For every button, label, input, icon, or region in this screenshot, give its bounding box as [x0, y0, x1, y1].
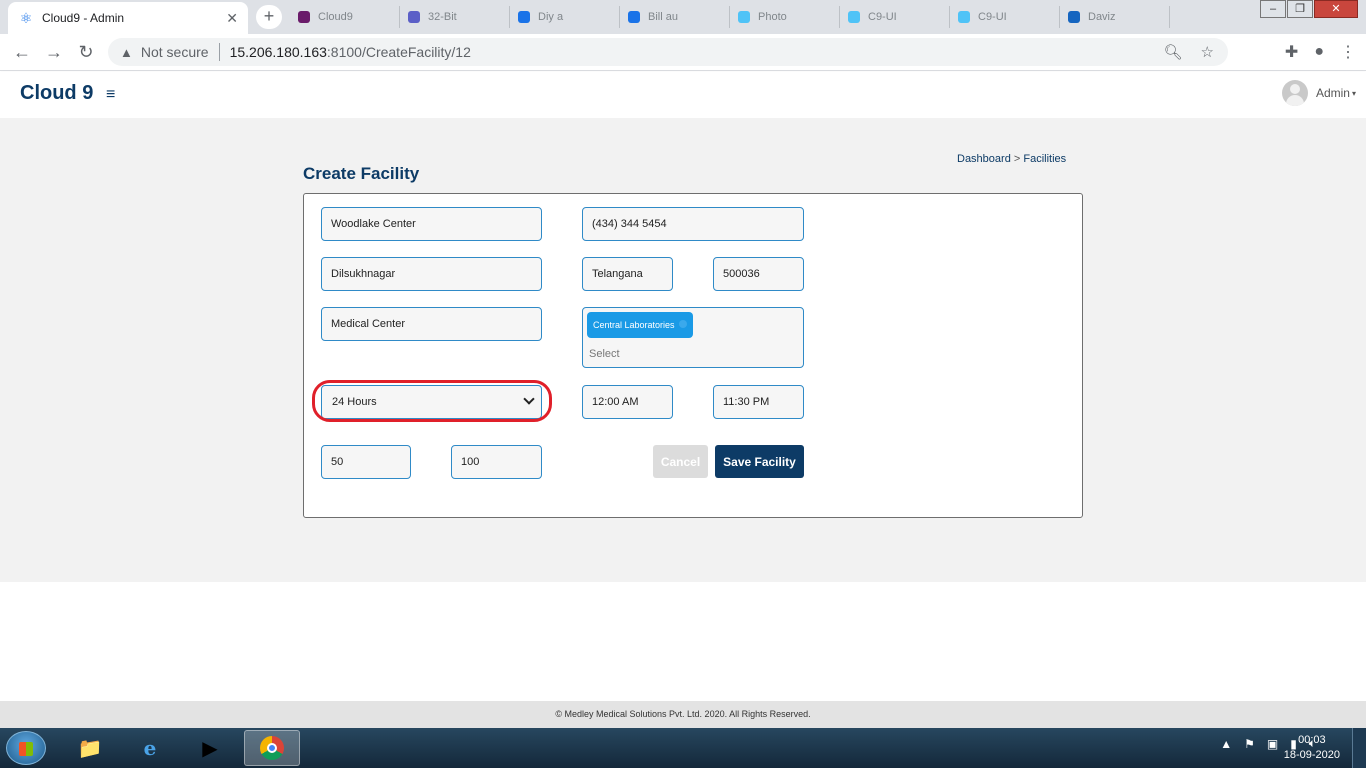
annotation-highlight	[312, 380, 552, 422]
show-desktop-button[interactable]	[1352, 728, 1366, 768]
tab-favicon	[628, 11, 640, 23]
restore-icon[interactable]: ❐	[1287, 0, 1313, 18]
tab-favicon	[1068, 11, 1080, 23]
multiselect-placeholder: Select	[589, 348, 620, 360]
clock-date: 18-09-2020	[1283, 749, 1340, 761]
browser-tabstrip: ⚛ Cloud9 - Admin ✕ + Cloud9 32-Bit Diy a…	[0, 0, 1366, 34]
not-secure-label: Not secure	[140, 44, 209, 60]
internet-explorer-icon[interactable]: e	[122, 730, 178, 766]
device-icon[interactable]: ▣	[1267, 737, 1278, 751]
tab-favicon	[738, 11, 750, 23]
react-icon: ⚛	[19, 10, 33, 26]
facility-form-card: Woodlake Center (434) 344 5454 Dilsukhna…	[303, 193, 1083, 518]
browser-tab[interactable]: Diy a	[510, 6, 620, 28]
breadcrumb: Dashboard > Facilities	[957, 153, 1066, 165]
chrome-icon[interactable]	[244, 730, 300, 766]
capacity-max-field[interactable]: 100	[451, 445, 542, 479]
toolbar-actions: ✚ ● ⋮	[1285, 38, 1356, 66]
address-bar[interactable]: ▲ Not secure 15.206.180.163 :8100/Create…	[108, 38, 1228, 66]
avatar	[1281, 80, 1308, 106]
system-clock[interactable]: 00:03 18-09-2020	[1284, 733, 1340, 763]
url-path: :8100/CreateFacility/12	[326, 44, 471, 60]
browser-tab[interactable]: 32-Bit	[400, 6, 510, 28]
save-facility-button[interactable]: Save Facility	[715, 445, 804, 478]
media-player-icon[interactable]: ▶	[182, 730, 238, 766]
browser-tab-active[interactable]: ⚛ Cloud9 - Admin ✕	[8, 2, 248, 34]
city-field[interactable]: Dilsukhnagar	[321, 257, 542, 291]
tab-favicon	[298, 11, 310, 23]
user-name: Admin	[1315, 86, 1350, 100]
tray-expand-icon[interactable]: ▲	[1220, 737, 1232, 751]
hamburger-menu-icon[interactable]: ≡	[106, 86, 115, 104]
close-time-field[interactable]: 11:30 PM	[713, 385, 804, 419]
bookmark-star-icon[interactable]: ☆	[1201, 43, 1214, 61]
phone-field[interactable]: (434) 344 5454	[582, 207, 804, 241]
warning-icon: ▲	[120, 44, 133, 60]
laboratory-chip[interactable]: Central Laboratories	[587, 312, 693, 338]
os-taskbar: 📁 e ▶ ▲ ⚑ ▣ ▮ 🔈︎ 00:03 18-09-2020	[0, 728, 1366, 768]
browser-tab[interactable]: Daviz	[1060, 6, 1170, 28]
new-tab-button[interactable]: +	[256, 5, 282, 29]
browser-tab[interactable]: Cloud9	[290, 6, 400, 28]
divider	[218, 43, 220, 61]
start-button[interactable]	[6, 731, 46, 765]
page-footer: © Medley Medical Solutions Pvt. Ltd. 202…	[0, 701, 1366, 728]
state-field[interactable]: Telangana	[582, 257, 673, 291]
facility-type-field[interactable]: Medical Center	[321, 307, 542, 341]
browser-toolbar: ← → ↻ ▲ Not secure 15.206.180.163 :8100/…	[0, 34, 1366, 71]
breadcrumb-facilities[interactable]: Facilities	[1023, 153, 1066, 165]
chrome-logo-center	[267, 743, 277, 753]
reload-icon[interactable]: ↻	[70, 42, 102, 63]
tab-favicon	[848, 11, 860, 23]
chrome-logo	[260, 736, 284, 760]
chip-remove-icon[interactable]	[678, 320, 687, 328]
page-content: Create Facility Dashboard > Facilities W…	[0, 118, 1366, 582]
extensions-icon[interactable]: ✚	[1285, 42, 1298, 62]
zip-field[interactable]: 500036	[713, 257, 804, 291]
minimize-icon[interactable]: –	[1260, 0, 1286, 18]
browser-tab[interactable]: Photo	[730, 6, 840, 28]
file-explorer-icon[interactable]: 📁	[62, 730, 118, 766]
clock-time: 00:03	[1298, 734, 1326, 746]
background-tabs: Cloud9 32-Bit Diy a Bill au Photo C9-UI …	[290, 6, 1170, 28]
tab-title: Cloud9 - Admin	[42, 11, 125, 25]
caret-down-icon: ▾	[1351, 88, 1356, 98]
app-header: Cloud 9 ≡ Admin ▾	[0, 72, 1366, 118]
tab-favicon	[958, 11, 970, 23]
page-title: Create Facility	[303, 164, 420, 183]
close-window-icon[interactable]: ✕	[1314, 0, 1358, 18]
browser-tab[interactable]: C9-UI	[950, 6, 1060, 28]
laboratory-multiselect[interactable]: Central Laboratories Select	[582, 307, 804, 368]
menu-kebab-icon[interactable]: ⋮	[1340, 42, 1356, 62]
brand-logo[interactable]: Cloud 9	[20, 82, 93, 105]
tab-favicon	[518, 11, 530, 23]
open-time-field[interactable]: 12:00 AM	[582, 385, 673, 419]
zoom-icon[interactable]: 🔍︎	[1164, 43, 1183, 61]
browser-tab[interactable]: Bill au	[620, 6, 730, 28]
tab-favicon	[408, 11, 420, 23]
omnibox-actions: 🔍︎ ☆	[1164, 38, 1215, 66]
chip-label: Central Laboratories	[593, 320, 675, 330]
facility-name-field[interactable]: Woodlake Center	[321, 207, 542, 241]
capacity-min-field[interactable]: 50	[321, 445, 411, 479]
back-arrow-icon[interactable]: ←	[6, 42, 38, 63]
forward-arrow-icon[interactable]: →	[38, 42, 70, 63]
user-menu[interactable]: Admin ▾	[1281, 80, 1356, 106]
flag-icon[interactable]: ⚑	[1244, 737, 1255, 751]
breadcrumb-dashboard[interactable]: Dashboard	[957, 153, 1011, 165]
url-host: 15.206.180.163	[229, 44, 327, 60]
close-tab-icon[interactable]: ✕	[226, 10, 238, 27]
profile-icon[interactable]: ●	[1314, 43, 1324, 61]
browser-tab[interactable]: C9-UI	[840, 6, 950, 28]
breadcrumb-separator: >	[1010, 153, 1024, 165]
window-controls: – ❐ ✕	[1259, 0, 1358, 18]
cancel-button[interactable]: Cancel	[653, 445, 708, 478]
